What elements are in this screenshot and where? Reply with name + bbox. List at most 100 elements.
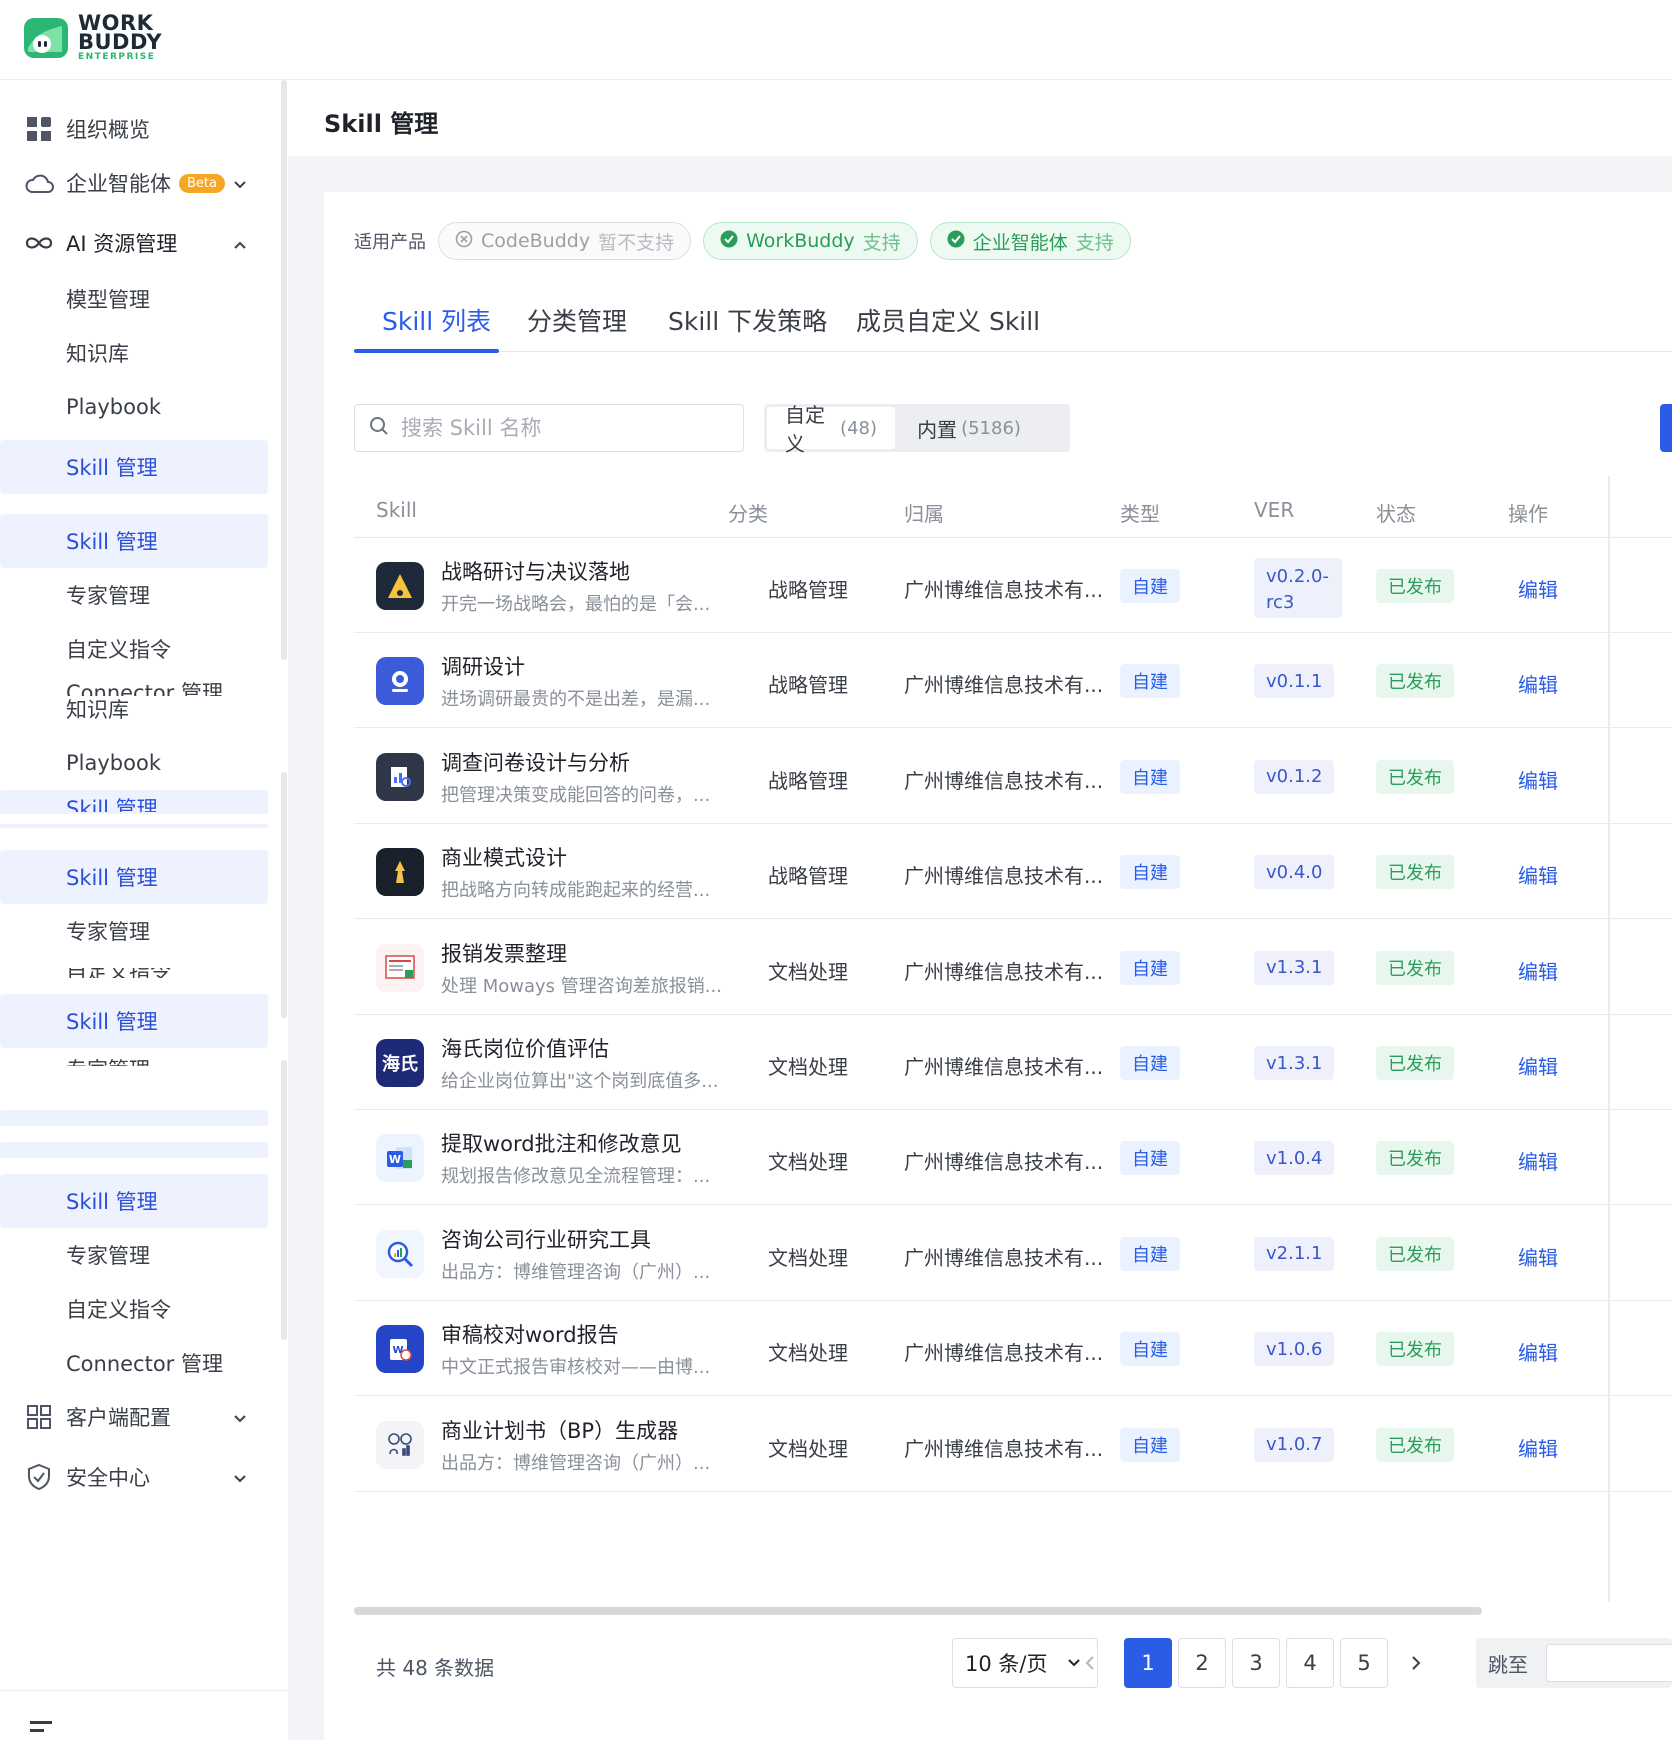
sidebar-item-client-config[interactable]: 客户端配置 — [0, 1390, 268, 1444]
sidebar-item-org-overview[interactable]: 组织概览 — [0, 102, 268, 156]
sidebar-item-skill-dup[interactable]: Skill 管理 — [0, 514, 268, 568]
edit-link[interactable]: 编辑 — [1518, 860, 1558, 889]
page-title: Skill 管理 — [324, 110, 439, 138]
toggle-builtin[interactable]: 内置 (5186) — [895, 407, 1043, 449]
skill-category: 文档处理 — [768, 1055, 848, 1079]
chevron-up-icon — [232, 234, 248, 258]
tab-distribution-policy[interactable]: Skill 下发策略 — [668, 288, 827, 352]
primary-action-button[interactable] — [1660, 404, 1672, 452]
version-tag: v1.3.1 — [1254, 1046, 1335, 1080]
sidebar-item-skill-dup4[interactable]: Skill 管理 — [0, 1174, 268, 1228]
tab-skill-list[interactable]: Skill 列表 — [382, 288, 491, 352]
scroll-thumb[interactable] — [281, 80, 287, 660]
product-chip-enterprise-agent[interactable]: 企业智能体 支持 — [929, 222, 1131, 260]
sidebar-item-skill-dup3[interactable]: Skill 管理 — [0, 994, 268, 1048]
product-chip-codebuddy[interactable]: CodeBuddy 暂不支持 — [438, 222, 692, 260]
sidebar-item-commands-clipped[interactable]: 自定义指令 — [66, 968, 171, 978]
table-row[interactable]: 商业计划书（BP）生成器 出品方：博维管理咨询（广州）... 文档处理 广州博维… — [354, 1397, 1672, 1492]
sidebar-item-label: Connector 管理 — [66, 1352, 223, 1376]
applicable-products: 适用产品 CodeBuddy 暂不支持 WorkBuddy 支持 企业智能体 支… — [354, 222, 1131, 260]
sidebar-item-ai-resources[interactable]: AI 资源管理 — [0, 216, 268, 270]
sidebar-item-custom-commands-dup[interactable]: 自定义指令 — [0, 1282, 268, 1336]
edit-link[interactable]: 编辑 — [1518, 765, 1558, 794]
table-row[interactable]: 调查问卷设计与分析 把管理决策变成能回答的问卷，... 战略管理 广州博维信息技… — [354, 729, 1672, 824]
skill-name[interactable]: 调查问卷设计与分析 — [441, 747, 630, 777]
sidebar-item-experts[interactable]: 专家管理 — [0, 568, 268, 622]
edit-link[interactable]: 编辑 — [1518, 669, 1558, 698]
edit-link[interactable]: 编辑 — [1518, 1051, 1558, 1080]
sidebar-item-experts-clipped[interactable]: 专家管理 — [66, 1058, 150, 1066]
infinity-icon — [24, 228, 54, 258]
edit-link[interactable]: 编辑 — [1518, 1146, 1558, 1175]
edit-link[interactable]: 编辑 — [1518, 1433, 1558, 1462]
search-box[interactable] — [354, 404, 744, 452]
sidebar-item-playbook-dup[interactable]: Playbook — [0, 736, 268, 790]
logo[interactable]: WORK BUDDY ENTERPRISE — [22, 13, 162, 62]
chip-status: 支持 — [1075, 231, 1114, 254]
main-card: 适用产品 CodeBuddy 暂不支持 WorkBuddy 支持 企业智能体 支… — [324, 192, 1672, 1740]
edit-link[interactable]: 编辑 — [1518, 574, 1558, 603]
skill-name[interactable]: 调研设计 — [441, 651, 525, 681]
check-circle-icon — [720, 230, 738, 253]
sidebar-item-knowledge-dup[interactable]: 知识库 — [0, 682, 268, 736]
edit-link[interactable]: 编辑 — [1518, 1242, 1558, 1271]
page-button-4[interactable]: 4 — [1286, 1638, 1334, 1688]
page-button-2[interactable]: 2 — [1178, 1638, 1226, 1688]
table-row[interactable]: 调研设计 进场调研最贵的不是出差，是漏... 战略管理 广州博维信息技术有...… — [354, 633, 1672, 729]
edit-link[interactable]: 编辑 — [1518, 956, 1558, 985]
business-model-icon — [376, 848, 424, 897]
sidebar-item-label: Skill 管理 — [66, 866, 158, 890]
tab-member-custom-skill[interactable]: 成员自定义 Skill — [856, 288, 1040, 352]
skill-name[interactable]: 提取word批注和修改意见 — [441, 1128, 682, 1158]
table-row[interactable]: W 提取word批注和修改意见 规划报告修改意见全流程管理：... 文档处理 广… — [354, 1110, 1672, 1206]
horizontal-scrollbar[interactable] — [354, 1605, 1672, 1615]
skill-name[interactable]: 商业模式设计 — [441, 842, 567, 872]
sidebar-item-knowledge[interactable]: 知识库 — [0, 326, 268, 380]
sidebar-item-security[interactable]: 安全中心 — [0, 1450, 268, 1504]
check-circle-icon — [947, 230, 965, 253]
table-row[interactable]: 报销发票整理 处理 Moways 管理咨询差旅报销... 文档处理 广州博维信息… — [354, 920, 1672, 1015]
sidebar-item-playbook[interactable]: Playbook — [0, 380, 268, 434]
skill-name[interactable]: 报销发票整理 — [441, 938, 567, 968]
skill-name[interactable]: 商业计划书（BP）生成器 — [441, 1415, 678, 1445]
skill-name[interactable]: 战略研讨与决议落地 — [441, 556, 630, 586]
jump-page-input[interactable] — [1546, 1644, 1672, 1682]
sidebar-item-skill-clipped[interactable]: Skill 管理 — [66, 796, 158, 812]
tab-categories[interactable]: 分类管理 — [527, 288, 627, 352]
skill-name[interactable]: 咨询公司行业研究工具 — [441, 1224, 651, 1254]
word-comments-icon: W — [376, 1134, 424, 1183]
table-row[interactable]: 战略研讨与决议落地 开完一场战略会，最怕的是「会... 战略管理 广州博维信息技… — [354, 538, 1672, 633]
table-row[interactable]: 海氏 海氏岗位价值评估 给企业岗位算出"这个岗到底值多... 文档处理 广州博维… — [354, 1015, 1672, 1110]
table-row[interactable]: W 审稿校对word报告 中文正式报告审核校对——由博... 文档处理 广州博维… — [354, 1301, 1672, 1397]
product-chip-workbuddy[interactable]: WorkBuddy 支持 — [703, 222, 918, 260]
next-page-button[interactable] — [1396, 1638, 1436, 1688]
collapse-menu-icon[interactable] — [30, 1721, 52, 1740]
edit-link[interactable]: 编辑 — [1518, 1337, 1558, 1366]
page-button-5[interactable]: 5 — [1340, 1638, 1388, 1688]
table-row[interactable]: 咨询公司行业研究工具 出品方：博维管理咨询（广州）... 文档处理 广州博维信息… — [354, 1206, 1672, 1301]
skill-name[interactable]: 海氏岗位价值评估 — [441, 1033, 609, 1063]
sidebar-item-models[interactable]: 模型管理 — [0, 272, 268, 326]
table-row[interactable]: 商业模式设计 把战略方向转成能跑起来的经营... 战略管理 广州博维信息技术有.… — [354, 824, 1672, 920]
skill-category: 文档处理 — [768, 1436, 848, 1461]
page-button-3[interactable]: 3 — [1232, 1638, 1280, 1688]
sidebar-item-connector[interactable]: Connector 管理 — [0, 1336, 268, 1390]
page-button-1[interactable]: 1 — [1124, 1638, 1172, 1688]
sidebar-scrollbar[interactable] — [280, 80, 288, 1740]
sidebar-item-enterprise-agent[interactable]: 企业智能体 Beta — [0, 156, 268, 210]
scroll-thumb[interactable] — [281, 772, 287, 1018]
toggle-custom[interactable]: 自定义 (48) — [767, 403, 895, 456]
chip-name: WorkBuddy — [746, 230, 855, 252]
scroll-thumb[interactable] — [354, 1607, 1482, 1615]
sidebar-item-label: 模型管理 — [66, 288, 150, 312]
sidebar-item-skill-dup2[interactable]: Skill 管理 — [0, 850, 268, 904]
search-input[interactable] — [401, 416, 701, 440]
scroll-thumb[interactable] — [281, 1060, 287, 1340]
type-tag: 自建 — [1120, 855, 1180, 890]
prev-page-button[interactable] — [1070, 1638, 1110, 1688]
sidebar-item-experts-dup2[interactable]: 专家管理 — [0, 1228, 268, 1282]
sidebar-item-custom-commands[interactable]: 自定义指令 — [0, 622, 268, 676]
skill-name[interactable]: 审稿校对word报告 — [441, 1319, 619, 1349]
sidebar-item-experts-dup[interactable]: 专家管理 — [0, 904, 268, 958]
sidebar-item-skill[interactable]: Skill 管理 — [0, 440, 268, 494]
